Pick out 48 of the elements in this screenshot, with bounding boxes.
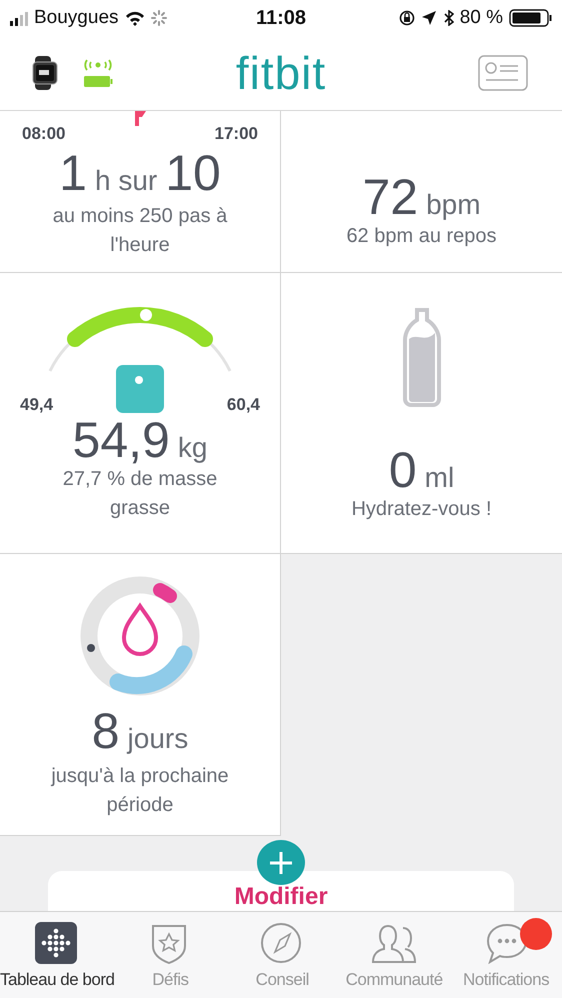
metric-tile[interactable]: 8 jours jusqu'à la prochaine période [0,554,281,836]
flag-icon [134,111,146,126]
rotation-lock-icon [398,10,415,26]
fitbit-logo: fitbit [236,47,326,99]
metric-tile[interactable]: 0 ml Hydratez-vous ! [281,273,562,554]
metric-value: 54,9 [72,415,170,465]
profile-card-icon[interactable] [478,55,528,91]
metric-value: 10 [165,148,221,198]
chat-bubble-icon [484,922,528,964]
start-time: 08:00 [22,124,66,144]
metric-tile[interactable]: 72 bpm 62 bpm au repos [281,111,562,273]
range-max: 60,4 [226,395,260,415]
metric-caption: 62 bpm au repos [345,224,498,249]
metric-tile[interactable]: 08:00 17:00 1 h sur 10 au moins 250 pas à l'heure [0,111,281,273]
battery-percent: 80 % [460,7,503,29]
people-icon [371,922,418,964]
bluetooth-icon [442,10,454,26]
metric-unit: bpm [426,189,481,221]
range-min: 49,4 [20,395,54,415]
metric-tile[interactable]: 49,4 60,4 54,9 kg 27,7 % de masse grasse [0,273,281,554]
metric-unit: kg [178,432,208,464]
metric-value: 8 [92,706,120,756]
metric-value: 0 [388,445,417,495]
scale-icon [116,365,164,413]
metric-caption: jusqu'à la prochaine période [50,764,230,818]
metric-caption: au moins 250 pas à l'heure [52,204,228,258]
loading-icon [150,10,167,26]
battery-icon [509,9,552,27]
clock: 11:08 [256,6,306,30]
metric-unit: jours [128,723,188,755]
device-status-icon [82,57,114,89]
metric-unit: h sur [94,165,158,197]
dashboard-icon [35,922,80,964]
add-button[interactable] [257,840,305,885]
edit-link[interactable]: Modifier [234,883,328,911]
signal-icon [10,10,28,26]
metric-value: 1 [59,148,87,198]
metric-unit: ml [424,462,454,494]
plus-icon [268,850,294,876]
metric-value: 72 [362,172,418,222]
watch-icon [30,53,60,93]
carrier-name: Bouygues [34,7,119,29]
location-icon [420,10,437,26]
end-time: 17:00 [214,124,258,144]
tab[interactable]: Tableau de bord [0,912,114,998]
wifi-icon [124,10,145,26]
metric-caption: 27,7 % de masse grasse [62,467,218,521]
metric-caption: Hydratez-vous ! [350,497,493,522]
